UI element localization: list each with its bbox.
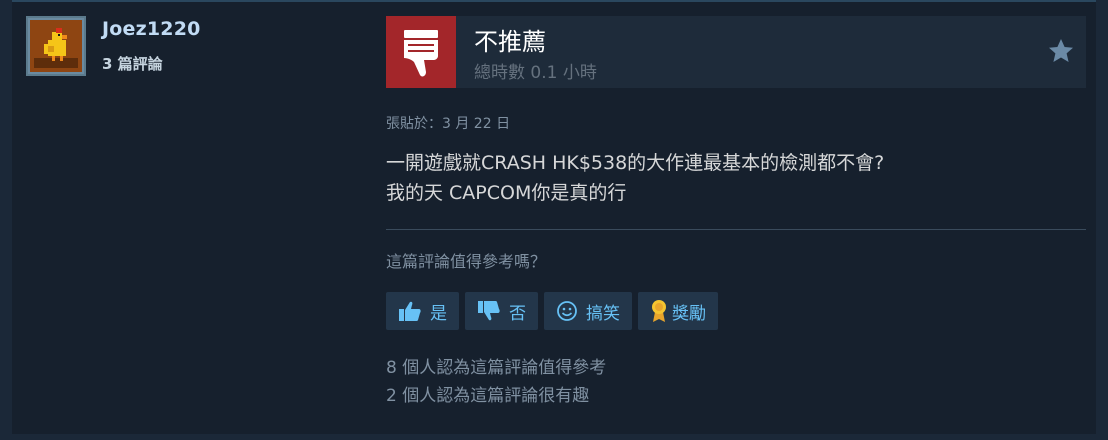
review-card: Joez1220 3 篇評論 不推薦 總時數 0.1 小時 張貼於：3 月 22…: [12, 0, 1096, 434]
playtime-hours: 總時數 0.1 小時: [474, 63, 597, 83]
divider: [386, 229, 1086, 230]
verdict-title[interactable]: 不推薦: [474, 22, 546, 57]
author-name[interactable]: Joez1220: [102, 18, 201, 40]
helpful-question: 這篇評論值得參考嗎？: [386, 252, 547, 271]
review-stats: 8 個人認為這篇評論值得參考 2 個人認為這篇評論很有趣: [386, 354, 606, 410]
vote-funny-label: 搞笑: [586, 303, 620, 324]
thumbs-up-icon: [398, 300, 422, 322]
thumbs-down-icon: [477, 300, 501, 322]
posted-date: 張貼於：3 月 22 日: [386, 116, 511, 132]
review-line: 我的天 CAPCOM你是真的行: [386, 182, 627, 204]
vote-no-button[interactable]: 否: [465, 292, 538, 330]
award-label: 獎勵: [672, 303, 706, 324]
review-line: 一開遊戲就CRASH HK$538的大作連最基本的檢測都不會?: [386, 152, 885, 174]
award-button[interactable]: 獎勵: [638, 292, 718, 330]
award-ribbon-icon: [650, 299, 668, 323]
review-body: 一開遊戲就CRASH HK$538的大作連最基本的檢測都不會? 我的天 CAPC…: [386, 148, 1086, 208]
thumb-box[interactable]: [386, 16, 456, 88]
funny-count: 2 個人認為這篇評論很有趣: [386, 386, 590, 406]
vote-funny-button[interactable]: 搞笑: [544, 292, 632, 330]
vote-buttons: 是 否 搞笑 獎勵: [386, 292, 718, 330]
vote-header: 不推薦 總時數 0.1 小時: [386, 16, 1086, 88]
thumbs-down-icon: [404, 30, 438, 77]
smiley-icon: [556, 300, 578, 322]
star-icon[interactable]: [1046, 36, 1076, 66]
helpful-count: 8 個人認為這篇評論值得參考: [386, 358, 607, 378]
vote-no-label: 否: [509, 303, 526, 324]
vote-yes-label: 是: [430, 303, 447, 324]
avatar[interactable]: [26, 16, 86, 76]
author-review-count[interactable]: 3 篇評論: [102, 53, 163, 74]
chicken-avatar-icon: [30, 20, 82, 72]
vote-yes-button[interactable]: 是: [386, 292, 459, 330]
